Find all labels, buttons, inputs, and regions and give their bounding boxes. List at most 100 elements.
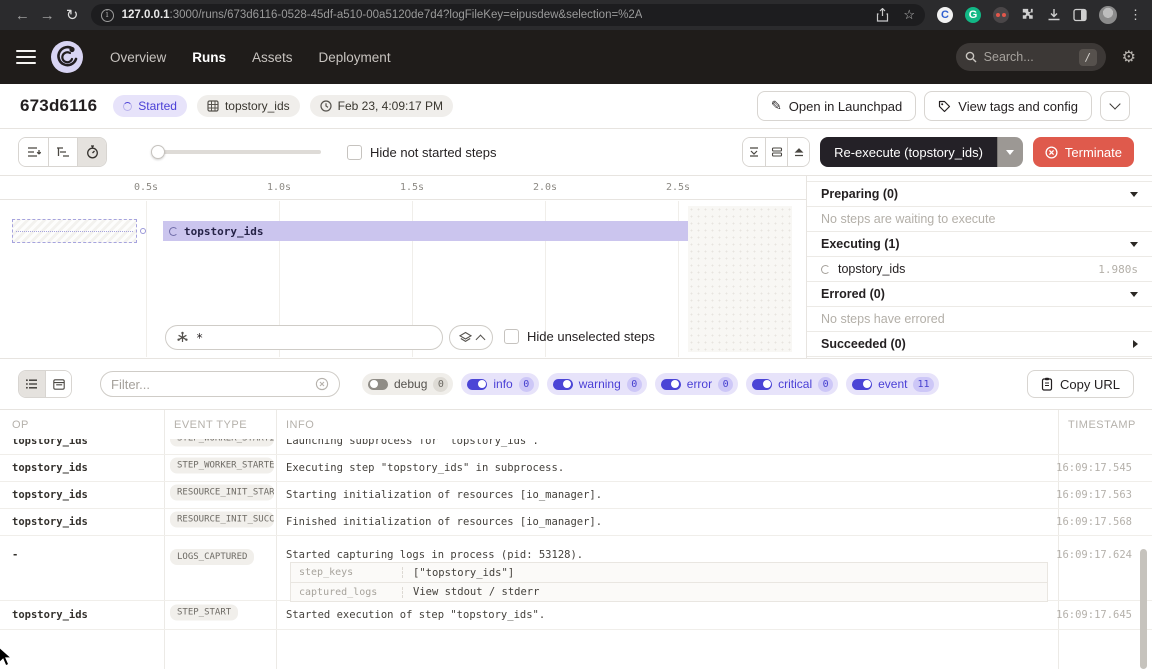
level-label: error xyxy=(687,377,712,391)
log-row[interactable]: topstory_ids STEP_WORKER_STARTED Executi… xyxy=(0,455,1152,482)
grammarly-extension-icon[interactable]: G xyxy=(965,7,981,23)
section-errored[interactable]: Errored (0) xyxy=(807,282,1152,307)
more-actions-button[interactable] xyxy=(1100,91,1130,121)
level-count-badge: 0 xyxy=(433,377,448,392)
graph-query-toggle-button[interactable] xyxy=(449,325,493,350)
view-stdout-stderr-link[interactable]: View stdout / stderr xyxy=(403,586,549,598)
empty-text: No steps are waiting to execute xyxy=(821,212,995,226)
job-grid-icon xyxy=(207,100,219,112)
list-icon xyxy=(26,379,38,389)
stopwatch-icon xyxy=(86,145,99,159)
log-row[interactable]: topstory_ids STEP_START Started executio… xyxy=(0,601,1152,630)
level-toggle-info[interactable]: info 0 xyxy=(461,373,538,395)
robot-extension-icon[interactable] xyxy=(993,7,1009,23)
puzzle-extensions-icon[interactable] xyxy=(1021,8,1035,22)
nav-tab-runs[interactable]: Runs xyxy=(192,50,226,65)
slider-track[interactable] xyxy=(153,150,321,154)
log-list-view-button[interactable] xyxy=(19,371,45,397)
flatten-view-button[interactable] xyxy=(19,138,48,166)
page-info-icon[interactable]: i xyxy=(101,9,114,22)
level-toggle-critical[interactable]: critical 0 xyxy=(746,373,838,395)
side-panel-icon[interactable] xyxy=(1073,8,1087,22)
zoom-slider[interactable] xyxy=(153,145,321,159)
collapse-up-button[interactable] xyxy=(787,138,809,166)
nav-tab-assets[interactable]: Assets xyxy=(252,50,293,65)
log-structured-view-button[interactable] xyxy=(45,371,71,397)
status-badge: Started xyxy=(113,95,187,117)
search-shortcut-badge: / xyxy=(1079,49,1097,66)
url-text[interactable]: 127.0.0.1:3000/runs/673d6116-0528-45df-a… xyxy=(122,9,643,21)
step-spinner-icon xyxy=(169,227,178,236)
event-type-tag: STEP_WORKER_STARTING xyxy=(170,439,274,446)
event-type-tag: STEP_START xyxy=(170,605,238,621)
level-toggle-debug[interactable]: debug 0 xyxy=(362,373,453,395)
log-row[interactable]: topstory_ids STEP_WORKER_STARTING Launch… xyxy=(0,439,1152,455)
waterfall-icon xyxy=(56,146,70,158)
log-panel: debug 0 info 0 warning 0 error 0 xyxy=(0,358,1152,669)
profile-avatar[interactable] xyxy=(1099,6,1117,24)
gridline xyxy=(146,201,147,357)
extension-c-icon[interactable]: C xyxy=(937,7,953,23)
log-row[interactable]: topstory_ids RESOURCE_INIT_SUCCESS Finis… xyxy=(0,509,1152,536)
log-toolbar: debug 0 info 0 warning 0 error 0 xyxy=(0,359,1152,409)
timed-view-button[interactable] xyxy=(77,138,106,166)
log-row[interactable]: topstory_ids RESOURCE_INIT_STARTED Start… xyxy=(0,482,1152,509)
slider-handle[interactable] xyxy=(151,145,165,159)
settings-gear-icon[interactable]: ⚙ xyxy=(1122,47,1136,67)
bookmark-star-icon[interactable]: ☆ xyxy=(903,7,915,23)
gantt-step-bar[interactable]: topstory_ids xyxy=(163,221,688,241)
col-info: INFO xyxy=(286,419,314,431)
open-launchpad-button[interactable]: ✎ Open in Launchpad xyxy=(757,91,916,121)
step-name: topstory_ids xyxy=(838,262,905,276)
axis-tick: 2.0s xyxy=(533,182,557,193)
section-title: Executing (1) xyxy=(821,237,900,251)
collapse-rows-button[interactable] xyxy=(743,138,765,166)
step-selector-input[interactable] xyxy=(196,331,432,345)
tag-icon xyxy=(938,100,951,113)
level-count-badge: 0 xyxy=(818,377,833,392)
reexecute-button[interactable]: Re-execute (topstory_ids) xyxy=(820,137,997,167)
nav-tab-deployment[interactable]: Deployment xyxy=(319,50,391,65)
executing-step-row[interactable]: topstory_ids 1.980s xyxy=(807,257,1152,282)
expand-rows-button[interactable] xyxy=(765,138,787,166)
browser-extensions: C G ⋮ xyxy=(937,6,1142,24)
level-toggle-error[interactable]: error 0 xyxy=(655,373,738,395)
log-timestamp: 16:09:17.545 xyxy=(1056,462,1132,474)
search-box[interactable]: Search... / xyxy=(956,43,1106,71)
search-placeholder: Search... xyxy=(984,50,1072,64)
download-icon[interactable] xyxy=(1047,8,1061,22)
view-tags-config-button[interactable]: View tags and config xyxy=(924,91,1092,121)
browser-reload-button[interactable]: ↻ xyxy=(60,6,85,24)
section-preparing[interactable]: Preparing (0) xyxy=(807,182,1152,207)
nav-tab-overview[interactable]: Overview xyxy=(110,50,166,65)
copy-url-button[interactable]: Copy URL xyxy=(1027,370,1134,398)
hide-not-started-checkbox[interactable] xyxy=(347,145,362,160)
search-icon xyxy=(965,51,977,63)
axis-tick: 0.5s xyxy=(134,182,158,193)
clear-filter-icon[interactable] xyxy=(315,377,329,391)
level-toggle-event[interactable]: event 11 xyxy=(846,373,938,395)
address-bar[interactable]: i 127.0.0.1:3000/runs/673d6116-0528-45df… xyxy=(91,4,925,26)
view-tags-label: View tags and config xyxy=(958,99,1078,114)
dagster-logo[interactable] xyxy=(50,40,84,74)
event-type-tag: LOGS_CAPTURED xyxy=(170,549,254,565)
terminate-button[interactable]: Terminate xyxy=(1033,137,1134,167)
browser-forward-button[interactable]: → xyxy=(35,7,60,24)
log-filter-input[interactable] xyxy=(111,377,315,392)
level-toggle-warning[interactable]: warning 0 xyxy=(547,373,647,395)
menu-button[interactable] xyxy=(16,50,36,65)
browser-back-button[interactable]: ← xyxy=(10,7,35,24)
browser-menu-icon[interactable]: ⋮ xyxy=(1129,7,1142,23)
section-succeeded[interactable]: Succeeded (0) xyxy=(807,332,1152,357)
hide-unselected-checkbox[interactable] xyxy=(504,329,519,344)
level-count-badge: 0 xyxy=(718,377,733,392)
log-table-header: OP EVENT TYPE INFO TIMESTAMP xyxy=(0,410,1152,439)
gantt-toolbar: Hide not started steps Re-execute (topst… xyxy=(0,129,1152,176)
share-icon[interactable] xyxy=(876,8,889,22)
section-executing[interactable]: Executing (1) xyxy=(807,232,1152,257)
job-tag[interactable]: topstory_ids xyxy=(197,95,300,117)
log-row[interactable]: - LOGS_CAPTURED Started capturing logs i… xyxy=(0,536,1152,601)
scrollbar-thumb[interactable] xyxy=(1140,549,1147,669)
reexecute-dropdown-button[interactable] xyxy=(997,137,1023,167)
waterfall-view-button[interactable] xyxy=(48,138,77,166)
